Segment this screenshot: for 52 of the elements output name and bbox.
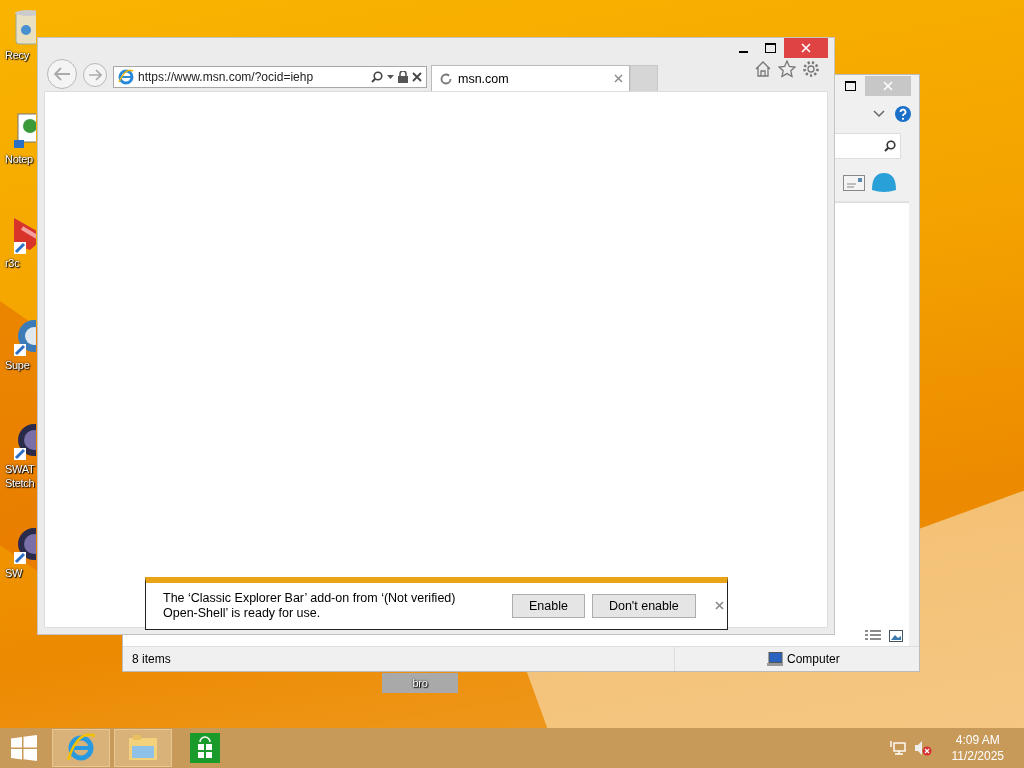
desktop-icon-label[interactable]: SWAT Stetch — [5, 462, 36, 490]
forward-arrow-icon — [88, 69, 102, 81]
close-tab-icon[interactable] — [614, 74, 623, 83]
url-text: https://www.msn.com/?ocid=iehp — [138, 70, 315, 84]
shell-icon[interactable] — [871, 172, 897, 194]
location-label: Computer — [787, 652, 840, 666]
close-icon — [714, 601, 724, 610]
browser-tab[interactable]: msn.com — [431, 65, 630, 91]
settings-icon[interactable] — [802, 60, 820, 78]
folder-icon — [128, 733, 158, 763]
envelope-icon[interactable] — [843, 175, 865, 191]
ie-logo-icon — [66, 733, 96, 763]
search-field[interactable] — [833, 133, 901, 159]
store-icon — [190, 733, 220, 763]
details-view-icon[interactable] — [865, 630, 881, 642]
windows-logo-icon — [11, 735, 37, 761]
network-icon[interactable] — [889, 740, 906, 756]
lock-icon[interactable] — [398, 71, 408, 83]
desktop-icon-label[interactable]: r3c — [5, 256, 36, 270]
close-icon — [801, 42, 811, 53]
minimize-icon — [739, 50, 748, 53]
help-icon[interactable] — [895, 106, 911, 122]
taskbar-button[interactable] — [52, 729, 110, 767]
desktop-icon-label[interactable]: Recy — [5, 48, 36, 62]
computer-icon — [767, 652, 783, 666]
dropdown-icon[interactable] — [387, 74, 394, 80]
clock[interactable]: 4:09 AM 11/2/2025 — [951, 732, 1004, 764]
search-icon[interactable] — [371, 71, 383, 83]
notification-button[interactable]: Don't enable — [591, 594, 696, 618]
notification-message: The ‘Classic Explorer Bar’ add-on from ‘(Not verified) Open-Shell’ is ready for use. — [163, 591, 457, 621]
status-text: 8 items — [132, 652, 171, 666]
search-icon[interactable] — [884, 140, 896, 152]
forward-button[interactable] — [83, 63, 107, 87]
desktop-icon-label[interactable]: bro — [382, 673, 458, 693]
stop-icon[interactable] — [412, 72, 422, 82]
loading-spinner-icon — [440, 72, 452, 85]
maximize-icon — [844, 80, 856, 91]
desktop-icon-label[interactable]: Supe — [5, 358, 36, 372]
back-button[interactable] — [47, 59, 77, 89]
browser-logo-icon — [118, 69, 134, 85]
address-bar[interactable]: https://www.msn.com/?ocid=iehp — [113, 66, 427, 88]
volume-muted-icon[interactable] — [913, 740, 932, 756]
home-icon[interactable] — [754, 60, 772, 78]
maximize-icon — [765, 42, 776, 53]
chevron-down-icon[interactable] — [873, 110, 885, 118]
tiles-view-icon[interactable] — [889, 630, 903, 642]
notification-button[interactable]: Enable — [512, 594, 585, 618]
back-arrow-icon — [53, 67, 71, 81]
desktop-icon-label[interactable]: SW — [5, 566, 36, 580]
close-icon — [883, 81, 893, 91]
favorites-star-icon[interactable] — [778, 60, 796, 78]
desktop-icon-label[interactable]: Notep — [5, 152, 36, 166]
